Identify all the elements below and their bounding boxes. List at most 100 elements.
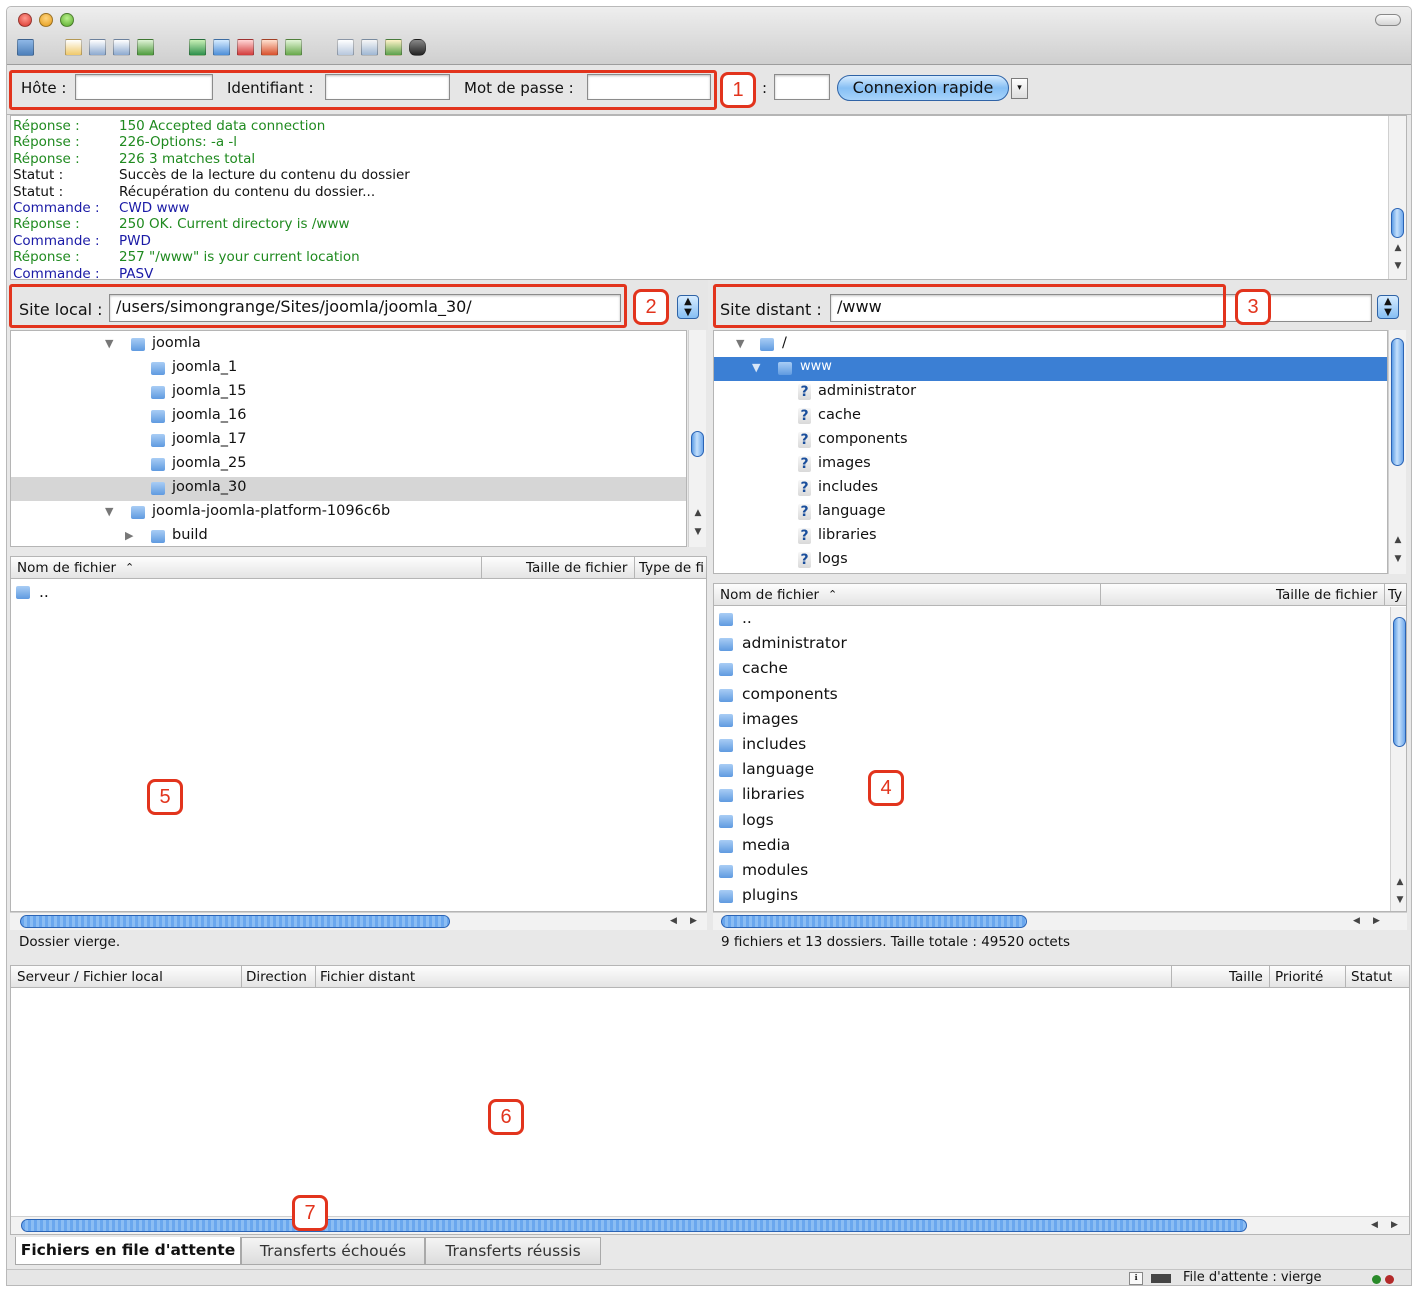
scroll-right-arrow-icon[interactable]: ▶	[1373, 916, 1380, 926]
remote-file-row[interactable]: administrator	[714, 633, 1390, 658]
quick-connect-history-dropdown[interactable]: ▾	[1011, 78, 1028, 99]
remote-tree-scroll-thumb[interactable]	[1391, 338, 1404, 466]
remote-tree-root[interactable]: ▼ /	[714, 333, 1387, 357]
local-file-row[interactable]: ..	[11, 582, 706, 607]
site-manager-icon[interactable]	[17, 39, 34, 56]
remote-path-history-button[interactable]: ▲ ▼	[1377, 295, 1399, 319]
local-tree-scroll-thumb[interactable]	[691, 431, 704, 457]
directory-filter-icon[interactable]	[337, 39, 354, 56]
remote-tree-current[interactable]: ▼ www	[714, 357, 1387, 381]
remote-file-row[interactable]: language	[714, 759, 1390, 784]
remote-tree-node[interactable]: ? logs	[714, 549, 1387, 573]
local-hscroll-thumb[interactable]	[20, 915, 450, 928]
queue-hscroll-thumb[interactable]	[21, 1219, 1247, 1232]
sync-browse-icon[interactable]	[385, 39, 402, 56]
scroll-left-arrow-icon[interactable]: ◀	[1353, 916, 1360, 926]
scroll-right-arrow-icon[interactable]: ▶	[1391, 1220, 1398, 1230]
reconnect-icon[interactable]	[285, 39, 302, 56]
local-tree-node[interactable]: joomla_15	[11, 381, 686, 405]
remote-tree-toggle-icon[interactable]	[113, 39, 130, 56]
remote-tree-node[interactable]: ? cache	[714, 405, 1387, 429]
remote-path-input[interactable]: /www	[830, 294, 1372, 322]
password-input[interactable]	[587, 74, 711, 100]
local-tree-node[interactable]: ▶ build	[11, 525, 686, 546]
port-input[interactable]	[774, 74, 830, 100]
local-horizontal-scrollbar[interactable]: ◀ ▶	[10, 912, 707, 930]
local-column-name[interactable]: Nom de fichier	[17, 560, 116, 576]
scroll-down-arrow-icon[interactable]: ▼	[1391, 554, 1405, 564]
local-tree-node[interactable]: joomla_25	[11, 453, 686, 477]
local-path-history-button[interactable]: ▲ ▼	[677, 295, 699, 319]
remote-file-row[interactable]: includes	[714, 734, 1390, 759]
scroll-up-arrow-icon[interactable]: ▲	[1393, 877, 1406, 887]
scroll-left-arrow-icon[interactable]: ◀	[1371, 1220, 1378, 1230]
scroll-down-arrow-icon[interactable]: ▼	[691, 527, 705, 537]
refresh-icon[interactable]	[189, 39, 206, 56]
local-tree-toggle-icon[interactable]	[89, 39, 106, 56]
toolbar-toggle-button[interactable]	[1375, 14, 1401, 26]
remote-file-row[interactable]: cache	[714, 658, 1390, 683]
remote-horizontal-scrollbar[interactable]: ◀ ▶	[713, 912, 1407, 930]
remote-tree-scrollbar[interactable]: ▲ ▼	[1388, 330, 1406, 574]
message-log-toggle-icon[interactable]	[65, 39, 82, 56]
local-column-size[interactable]: Taille de fichier	[526, 560, 627, 576]
scroll-up-arrow-icon[interactable]: ▲	[691, 508, 705, 518]
remote-file-row[interactable]: plugins	[714, 885, 1390, 910]
remote-list-scroll-thumb[interactable]	[1393, 617, 1406, 747]
scroll-up-arrow-icon[interactable]: ▲	[1391, 243, 1405, 253]
remote-tree-node[interactable]: ? components	[714, 429, 1387, 453]
scroll-left-arrow-icon[interactable]: ◀	[670, 916, 677, 926]
scroll-right-arrow-icon[interactable]: ▶	[690, 916, 697, 926]
local-tree-node[interactable]: joomla_30	[11, 477, 686, 501]
remote-file-row[interactable]: libraries	[714, 784, 1390, 809]
disclosure-expanded-icon[interactable]: ▼	[105, 505, 113, 518]
local-tree-scrollbar[interactable]: ▲ ▼	[688, 330, 706, 547]
process-queue-icon[interactable]	[213, 39, 230, 56]
tab-successful-transfers[interactable]: Transferts réussis	[425, 1237, 601, 1265]
tab-queued-files[interactable]: Fichiers en file d'attente	[15, 1237, 241, 1265]
message-log-scrollbar[interactable]: ▲ ▼	[1388, 116, 1406, 279]
queue-column-status[interactable]: Statut	[1351, 969, 1392, 985]
queue-horizontal-scrollbar[interactable]: ◀ ▶	[11, 1216, 1409, 1234]
remote-file-row[interactable]: images	[714, 709, 1390, 734]
disclosure-expanded-icon[interactable]: ▼	[752, 361, 760, 374]
scroll-down-arrow-icon[interactable]: ▼	[1393, 895, 1406, 905]
queue-column-priority[interactable]: Priorité	[1275, 969, 1323, 985]
message-log-scroll-thumb[interactable]	[1391, 208, 1404, 238]
scroll-up-arrow-icon[interactable]: ▲	[1391, 535, 1405, 545]
local-tree-node[interactable]: joomla_1	[11, 357, 686, 381]
cancel-icon[interactable]	[237, 39, 254, 56]
local-tree-node[interactable]: ▼ joomla	[11, 333, 686, 357]
remote-file-row[interactable]: media	[714, 835, 1390, 860]
remote-tree-node[interactable]: ? includes	[714, 477, 1387, 501]
minimize-window-button[interactable]	[39, 13, 53, 27]
remote-column-name[interactable]: Nom de fichier	[720, 587, 819, 603]
search-remote-icon[interactable]	[409, 39, 426, 56]
zoom-window-button[interactable]	[60, 13, 74, 27]
remote-tree-node[interactable]: ? administrator	[714, 381, 1387, 405]
remote-tree-node[interactable]: ? images	[714, 453, 1387, 477]
queue-column-server[interactable]: Serveur / Fichier local	[17, 969, 163, 985]
scroll-down-arrow-icon[interactable]: ▼	[1391, 261, 1405, 271]
remote-hscroll-thumb[interactable]	[721, 915, 1027, 928]
user-input[interactable]	[325, 74, 450, 100]
remote-file-row[interactable]: logs	[714, 810, 1390, 835]
tab-failed-transfers[interactable]: Transferts échoués	[241, 1237, 425, 1265]
local-tree-node[interactable]: ▼ joomla-joomla-platform-1096c6b	[11, 501, 686, 525]
disconnect-icon[interactable]	[261, 39, 278, 56]
quick-connect-button[interactable]: Connexion rapide	[837, 75, 1009, 101]
remote-tree-node[interactable]: ? language	[714, 501, 1387, 525]
directory-compare-icon[interactable]	[361, 39, 378, 56]
local-path-input[interactable]: /users/simongrange/Sites/joomla/joomla_3…	[109, 294, 621, 322]
remote-column-type[interactable]: Ty	[1388, 587, 1402, 603]
local-tree-node[interactable]: joomla_16	[11, 405, 686, 429]
remote-file-row[interactable]: ..	[714, 608, 1390, 633]
disclosure-expanded-icon[interactable]: ▼	[105, 337, 113, 350]
remote-tree-node[interactable]: ? libraries	[714, 525, 1387, 549]
local-column-type[interactable]: Type de fi	[639, 560, 704, 576]
remote-file-row[interactable]: components	[714, 684, 1390, 709]
host-input[interactable]	[75, 74, 213, 100]
queue-column-size[interactable]: Taille	[1229, 969, 1263, 985]
disclosure-collapsed-icon[interactable]: ▶	[125, 529, 133, 542]
local-tree-node[interactable]: joomla_17	[11, 429, 686, 453]
